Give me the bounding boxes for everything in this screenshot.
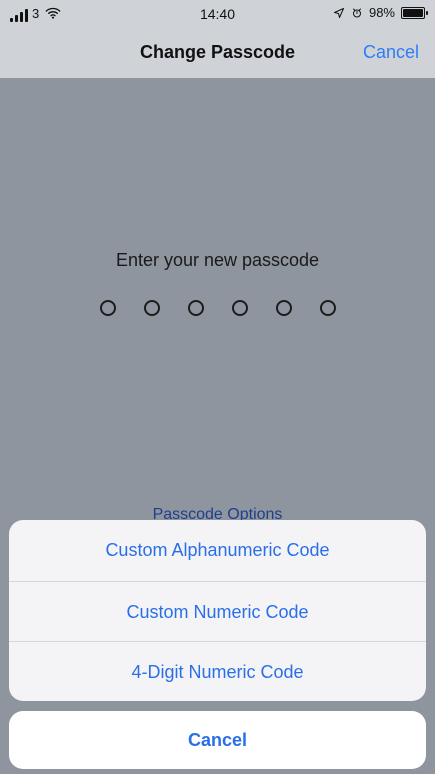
passcode-dot [143, 300, 160, 316]
passcode-prompt: Enter your new passcode [115, 250, 320, 270]
passcode-dots [0, 300, 435, 316]
alarm-icon [352, 8, 361, 17]
nav-cancel-button[interactable]: Cancel [363, 42, 419, 63]
navigation-bar: Change Passcode Cancel [0, 28, 435, 78]
passcode-dot [275, 300, 292, 316]
location-arrow-icon [333, 7, 344, 18]
sheet-cancel-button[interactable]: Cancel [9, 711, 426, 769]
battery-percentage: 98% [368, 5, 395, 20]
passcode-dot [319, 300, 336, 316]
passcode-dot [187, 300, 204, 316]
passcode-dot [231, 300, 248, 316]
passcode-options-sheet: Custom Alphanumeric Code Custom Numeric … [9, 520, 426, 701]
battery-icon [401, 6, 428, 19]
status-bar: 3 14:40 98% [0, 0, 435, 28]
option-custom-alphanumeric-code[interactable]: Custom Alphanumeric Code [9, 520, 426, 581]
option-custom-numeric-code[interactable]: Custom Numeric Code [9, 581, 426, 641]
option-4-digit-numeric-code[interactable]: 4-Digit Numeric Code [9, 641, 426, 701]
passcode-dot [99, 300, 116, 316]
right-status-group: 98% [333, 5, 428, 20]
top-bar: 3 14:40 98% Change Passcode Cancel [0, 0, 435, 78]
